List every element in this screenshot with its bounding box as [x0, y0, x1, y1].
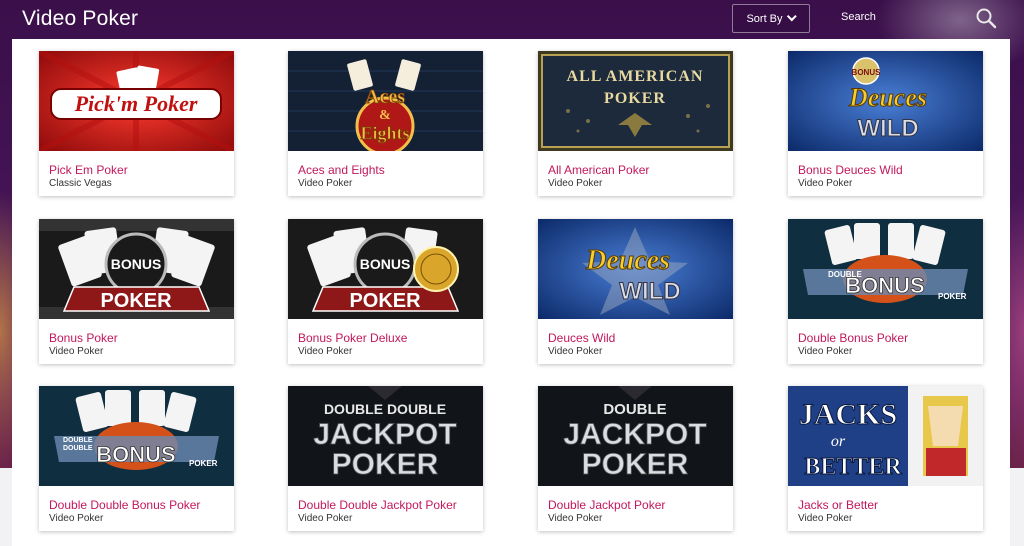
game-card[interactable]: Deuces WILD Deuces Wild Video Poker [538, 219, 733, 364]
svg-text:Deuces: Deuces [848, 83, 927, 112]
game-card[interactable]: DOUBLE DOUBLE BONUS POKER Double Double … [39, 386, 234, 531]
sort-by-label: Sort By [746, 12, 783, 25]
game-title[interactable]: Aces and Eights [298, 163, 385, 177]
svg-text:Deuces: Deuces [585, 245, 670, 276]
game-category: Video Poker [49, 513, 104, 524]
svg-text:JACKPOT: JACKPOT [563, 418, 706, 451]
pick-em-poker-thumbnail: Pick'm Poker [39, 51, 234, 151]
svg-text:BONUS: BONUS [96, 442, 175, 467]
game-category: Video Poker [49, 346, 104, 357]
game-title[interactable]: Double Bonus Poker [798, 331, 908, 345]
svg-text:JACKS: JACKS [799, 398, 897, 431]
aces-and-eights-thumbnail: Aces & Eights [288, 51, 483, 151]
game-title[interactable]: Deuces Wild [548, 331, 615, 345]
svg-text:BONUS: BONUS [845, 273, 924, 298]
game-title[interactable]: Pick Em Poker [49, 163, 128, 177]
search-icon[interactable] [975, 7, 997, 29]
svg-text:Eights: Eights [360, 123, 409, 143]
svg-text:POKER: POKER [100, 290, 172, 312]
svg-text:Pick'm Poker: Pick'm Poker [74, 91, 198, 116]
svg-text:JACKPOT: JACKPOT [313, 418, 456, 451]
game-card[interactable]: DOUBLE JACKPOT POKER Double Jackpot Poke… [538, 386, 733, 531]
game-title[interactable]: Double Jackpot Poker [548, 498, 665, 512]
game-card[interactable]: Pick'm Poker Pick Em Poker Classic Vegas [39, 51, 234, 196]
game-category: Video Poker [298, 346, 353, 357]
game-title[interactable]: Jacks or Better [798, 498, 878, 512]
svg-text:ALL AMERICAN: ALL AMERICAN [567, 68, 704, 85]
game-title[interactable]: Double Double Jackpot Poker [298, 498, 457, 512]
double-bonus-poker-thumbnail: DOUBLE BONUS POKER [788, 219, 983, 319]
svg-text:POKER: POKER [604, 90, 666, 107]
double-double-bonus-poker-thumbnail: DOUBLE DOUBLE BONUS POKER [39, 386, 234, 486]
svg-text:BETTER: BETTER [804, 454, 902, 480]
double-double-jackpot-poker-thumbnail: DOUBLE DOUBLE JACKPOT POKER [288, 386, 483, 486]
svg-text:POKER: POKER [189, 459, 218, 468]
deuces-wild-thumbnail: Deuces WILD [538, 219, 733, 319]
game-card[interactable]: JACKS or BETTER Jacks or Better Video Po… [788, 386, 983, 531]
bonus-poker-thumbnail: BONUS POKER [39, 219, 234, 319]
svg-text:WILD: WILD [857, 115, 918, 142]
svg-text:POKER: POKER [938, 292, 967, 301]
game-card[interactable]: Aces & Eights Aces and Eights Video Poke… [288, 51, 483, 196]
game-category: Video Poker [548, 346, 603, 357]
svg-text:or: or [831, 433, 846, 450]
svg-text:BONUS: BONUS [111, 256, 162, 272]
chevron-down-icon [786, 11, 797, 22]
svg-text:POKER: POKER [332, 448, 439, 481]
svg-text:POKER: POKER [582, 448, 689, 481]
game-title[interactable]: Bonus Poker [49, 331, 118, 345]
game-category: Video Poker [798, 346, 853, 357]
game-category: Video Poker [548, 513, 603, 524]
game-category: Video Poker [298, 178, 353, 189]
svg-text:POKER: POKER [349, 290, 421, 312]
svg-text:DOUBLE DOUBLE: DOUBLE DOUBLE [324, 401, 446, 417]
games-grid: Pick'm Poker Pick Em Poker Classic Vegas… [12, 39, 1010, 546]
svg-text:WILD: WILD [619, 278, 680, 305]
svg-text:DOUBLE: DOUBLE [603, 401, 666, 418]
game-card[interactable]: BONUS Deuces WILD Bonus Deuces Wild Vide… [788, 51, 983, 196]
game-card[interactable]: DOUBLE BONUS POKER Double Bonus Poker Vi… [788, 219, 983, 364]
game-card[interactable]: ALL AMERICAN POKER All American Poker Vi… [538, 51, 733, 196]
game-category: Video Poker [548, 178, 603, 189]
double-jackpot-poker-thumbnail: DOUBLE JACKPOT POKER [538, 386, 733, 486]
bonus-poker-deluxe-thumbnail: BONUS POKER [288, 219, 483, 319]
sort-by-button[interactable]: Sort By [732, 4, 810, 33]
svg-text:Aces: Aces [365, 86, 405, 108]
game-card[interactable]: BONUS POKER Bonus Poker Deluxe Video Pok… [288, 219, 483, 364]
game-category: Video Poker [798, 513, 853, 524]
svg-text:DOUBLE: DOUBLE [63, 445, 93, 452]
game-card[interactable]: DOUBLE DOUBLE JACKPOT POKER Double Doubl… [288, 386, 483, 531]
jacks-or-better-thumbnail: JACKS or BETTER [788, 386, 983, 486]
game-card[interactable]: BONUS POKER Bonus Poker Video Poker [39, 219, 234, 364]
game-title[interactable]: All American Poker [548, 163, 649, 177]
svg-text:&: & [379, 108, 391, 123]
game-category: Video Poker [798, 178, 853, 189]
search-input[interactable]: Search [841, 11, 876, 23]
game-title[interactable]: Bonus Poker Deluxe [298, 331, 407, 345]
game-category: Video Poker [298, 513, 353, 524]
svg-text:BONUS: BONUS [852, 68, 882, 77]
svg-text:BONUS: BONUS [360, 256, 411, 272]
bonus-deuces-wild-thumbnail: BONUS Deuces WILD [788, 51, 983, 151]
page-title: Video Poker [22, 7, 139, 30]
game-category: Classic Vegas [49, 178, 112, 189]
all-american-poker-thumbnail: ALL AMERICAN POKER [538, 51, 733, 151]
svg-text:DOUBLE: DOUBLE [63, 437, 93, 444]
game-title[interactable]: Double Double Bonus Poker [49, 498, 200, 512]
game-title[interactable]: Bonus Deuces Wild [798, 163, 903, 177]
